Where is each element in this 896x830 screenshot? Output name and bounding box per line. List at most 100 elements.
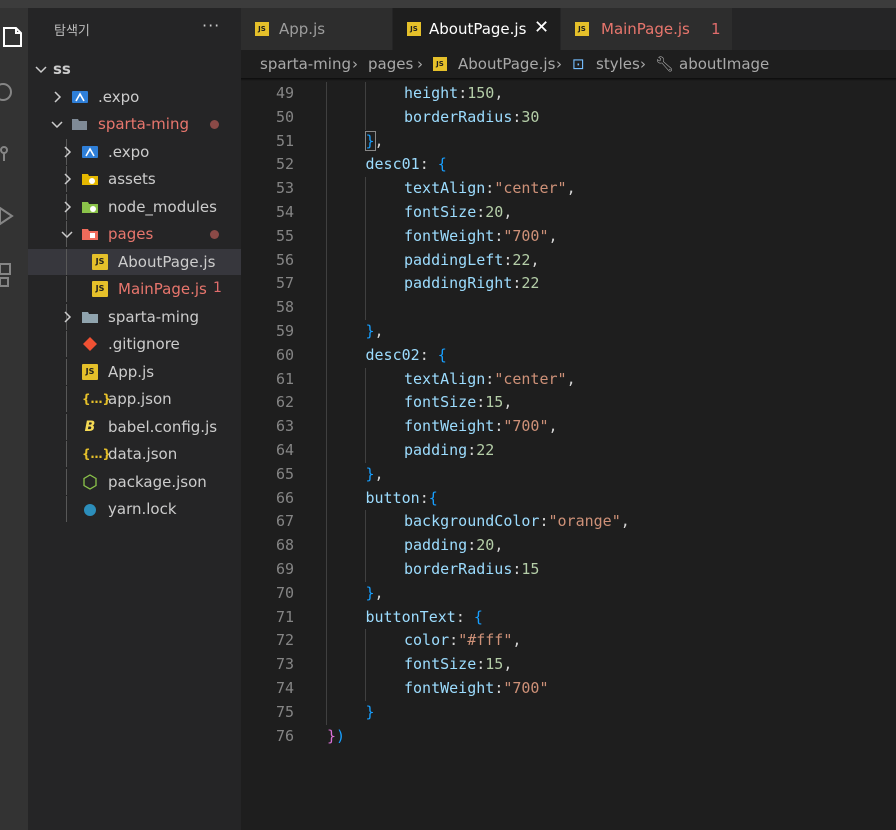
chevron-right-icon[interactable]	[60, 199, 74, 215]
code-line[interactable]: 56 paddingLeft:22,	[241, 248, 896, 273]
tree-item[interactable]: JS AboutPage.js	[28, 248, 241, 275]
code-line[interactable]: 71 buttonText: {	[241, 605, 896, 630]
indent-guide	[66, 441, 67, 467]
more-actions-icon[interactable]: ···	[202, 16, 220, 35]
tree-item[interactable]: node_modules	[28, 193, 241, 220]
indent-guide	[326, 415, 327, 440]
chevron-right-icon[interactable]	[60, 171, 74, 187]
code-token: backgroundColor	[404, 512, 540, 531]
code-editor[interactable]: 49 height:150, 50 borderRadius:30 51}, 52 desc…	[241, 81, 896, 830]
code-line[interactable]: 50 borderRadius:30	[241, 105, 896, 130]
code-line[interactable]: 60 desc02: {	[241, 343, 896, 368]
chevron-down-icon[interactable]	[34, 61, 48, 77]
breadcrumb-symbol-styles[interactable]: styles	[596, 55, 640, 73]
code-line[interactable]: 66 button:{	[241, 486, 896, 511]
code-line[interactable]: 68 padding:20,	[241, 534, 896, 559]
breadcrumb-folder-sparta-ming[interactable]: sparta-ming	[260, 55, 351, 73]
tree-item[interactable]: .expo	[28, 84, 241, 110]
code-text: },	[366, 465, 384, 483]
code-line[interactable]: 58	[241, 296, 896, 321]
indent-guide	[365, 177, 366, 202]
chevron-right-icon[interactable]	[60, 144, 74, 160]
tab-app-js[interactable]: JS App.js	[241, 8, 393, 50]
tree-item[interactable]: JS MainPage.js 1	[28, 276, 241, 302]
tree-item[interactable]: pages	[28, 221, 241, 247]
search-icon[interactable]	[0, 78, 28, 106]
explorer-icon[interactable]	[0, 24, 28, 52]
code-line[interactable]: 72 color:"#fff",	[241, 629, 896, 654]
code-line[interactable]: 69 borderRadius:15	[241, 558, 896, 582]
indent-guide	[326, 629, 327, 654]
code-line[interactable]: 61 textAlign:"center",	[241, 367, 896, 392]
indent-guide	[66, 413, 67, 440]
code-line[interactable]: 57 paddingRight:22	[241, 272, 896, 297]
line-number: 53	[275, 179, 294, 198]
code-line[interactable]: 67 backgroundColor:"orange",	[241, 510, 896, 535]
breadcrumb-symbol-aboutimage[interactable]: aboutImage	[679, 55, 769, 73]
close-tab-icon[interactable]: ✕	[534, 17, 549, 38]
code-token: 30	[521, 107, 540, 126]
indent-guide	[365, 391, 366, 416]
source-control-icon[interactable]	[0, 142, 28, 170]
code-line[interactable]: 76})	[241, 725, 896, 749]
line-number: 51	[275, 131, 294, 150]
code-token: ,	[548, 417, 558, 436]
tree-item[interactable]: JS App.js	[28, 358, 241, 385]
code-line[interactable]: 49 height:150,	[241, 82, 896, 106]
tree-item-label: app.json	[108, 390, 172, 408]
code-line[interactable]: 74 fontWeight:"700"	[241, 677, 896, 701]
code-token: :	[467, 536, 477, 555]
breadcrumb: sparta-ming › pages › JS AboutPage.js › …	[241, 50, 896, 78]
chevron-down-icon[interactable]	[50, 116, 64, 132]
code-line[interactable]: 70},	[241, 581, 896, 606]
code-text: color:"#fff",	[404, 631, 521, 649]
tree-item[interactable]: {…} data.json	[28, 441, 241, 467]
code-line[interactable]: 53 textAlign:"center",	[241, 177, 896, 202]
code-text: height:150,	[404, 84, 503, 102]
code-token: ,	[494, 84, 504, 102]
code-token: button	[365, 488, 420, 507]
chevron-down-icon[interactable]	[60, 226, 74, 242]
tree-item-label: AboutPage.js	[118, 252, 216, 271]
tree-item[interactable]: yarn.lock	[28, 496, 241, 522]
extensions-icon[interactable]	[0, 262, 28, 290]
code-line[interactable]: 54 fontSize:20,	[241, 201, 896, 225]
breadcrumb-file[interactable]: AboutPage.js	[458, 55, 555, 73]
chevron-right-icon[interactable]	[50, 89, 64, 105]
code-line[interactable]: 59},	[241, 320, 896, 344]
code-token: 20	[476, 536, 495, 555]
code-line[interactable]: 52 desc01: {	[241, 153, 896, 178]
tree-item[interactable]: Bbabel.config.js	[28, 413, 241, 440]
tree-item-label: assets	[108, 170, 156, 188]
code-line[interactable]: 62 fontSize:15,	[241, 391, 896, 416]
code-line[interactable]: 51},	[241, 129, 896, 154]
code-line[interactable]: 64 padding:22	[241, 439, 896, 463]
code-line[interactable]: 63 fontWeight:"700",	[241, 415, 896, 440]
code-line[interactable]: 73 fontSize:15,	[241, 653, 896, 678]
tree-item[interactable]: package.json	[28, 468, 241, 495]
tab-label: App.js	[279, 20, 326, 38]
code-token: 22	[521, 274, 540, 293]
js-file-icon: JS	[255, 22, 269, 36]
tree-item[interactable]: ss	[28, 56, 241, 82]
tree-item[interactable]: sparta-ming	[28, 111, 241, 137]
line-number: 76	[275, 726, 294, 745]
tree-item[interactable]: {…} app.json	[28, 386, 241, 412]
tree-item[interactable]: sparta-ming	[28, 303, 241, 330]
line-number: 72	[275, 631, 294, 650]
code-text: fontWeight:"700",	[404, 227, 558, 245]
line-number: 50	[275, 107, 294, 126]
tab-mainpage-js[interactable]: JS MainPage.js 1	[561, 8, 733, 50]
tab-aboutpage-js[interactable]: JS AboutPage.js ✕	[393, 8, 561, 50]
code-text: borderRadius:30	[404, 108, 539, 126]
chevron-right-icon[interactable]	[60, 309, 74, 325]
code-line[interactable]: 65},	[241, 462, 896, 487]
breadcrumb-folder-pages[interactable]: pages	[368, 55, 413, 73]
line-number: 60	[275, 345, 294, 364]
run-debug-icon[interactable]	[0, 202, 28, 230]
code-line[interactable]: 55 fontWeight:"700",	[241, 224, 896, 249]
code-line[interactable]: 75}	[241, 700, 896, 725]
tree-item[interactable]: assets	[28, 166, 241, 192]
tree-item[interactable]: .gitignore	[28, 331, 241, 357]
tree-item[interactable]: .expo	[28, 138, 241, 165]
